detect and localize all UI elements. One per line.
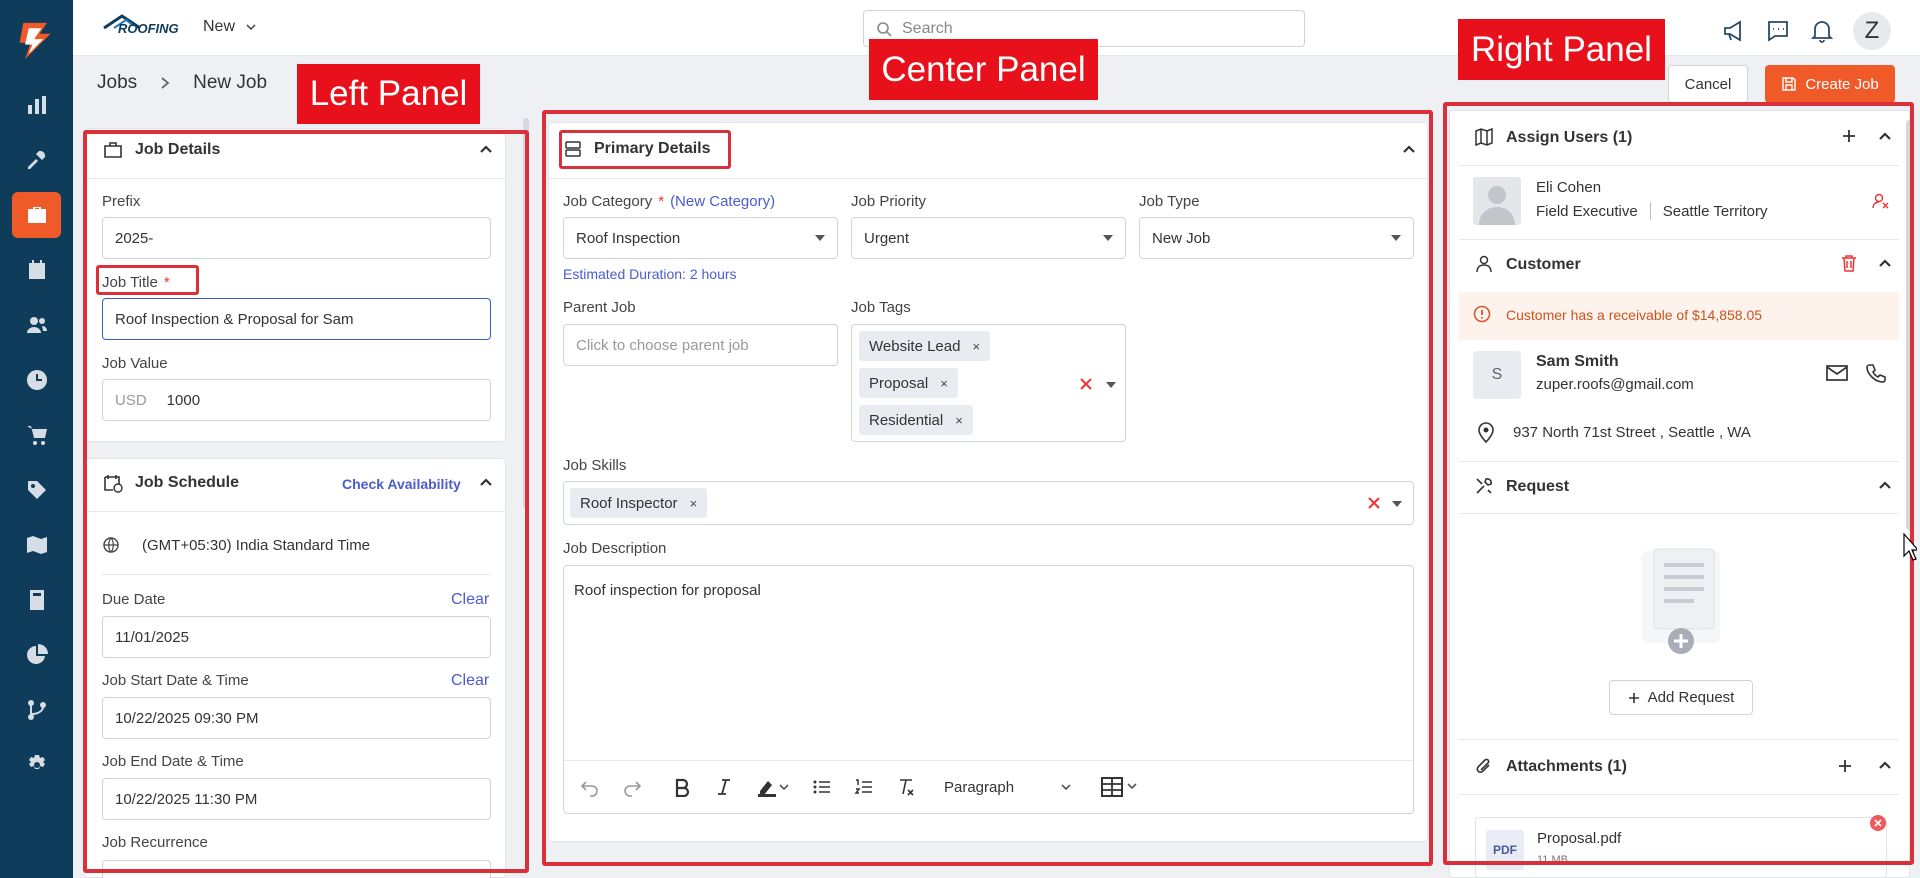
sidebar-item-jobs[interactable] — [12, 192, 61, 238]
page-title: New Job — [193, 72, 268, 93]
users-icon — [26, 317, 47, 333]
create-job-button[interactable]: Create Job — [1765, 65, 1895, 103]
search-icon — [877, 21, 892, 37]
sidebar-item-map[interactable] — [12, 522, 61, 568]
tag-icon — [27, 481, 46, 499]
sidebar-item-dashboard[interactable] — [12, 82, 61, 128]
pie-chart-icon — [26, 644, 48, 664]
annotation-left-panel: Left Panel — [297, 64, 480, 124]
sidebar-item-store[interactable] — [12, 412, 61, 458]
cancel-button[interactable]: Cancel — [1668, 65, 1748, 103]
sidebar-item-pricing[interactable] — [12, 467, 61, 513]
megaphone-icon[interactable] — [1721, 18, 1747, 44]
mouse-cursor-icon — [1903, 533, 1917, 561]
app-logo-icon[interactable] — [16, 20, 56, 62]
annotation-box-center-panel — [542, 110, 1433, 866]
breadcrumb: Jobs New Job — [97, 72, 267, 94]
chat-icon[interactable] — [1765, 18, 1791, 44]
new-menu-button[interactable]: New — [203, 18, 257, 36]
clock-icon — [26, 370, 47, 390]
create-job-label: Create Job — [1805, 75, 1879, 93]
sidebar-item-calendar[interactable] — [12, 247, 61, 293]
avatar[interactable]: Z — [1853, 12, 1891, 50]
annotation-box-left-panel — [83, 130, 529, 873]
new-menu-label: New — [203, 18, 236, 35]
sidebar-item-tools[interactable] — [12, 137, 61, 183]
briefcase-icon — [27, 207, 46, 223]
sidebar-item-estimates[interactable] — [12, 577, 61, 623]
annotation-box-right-panel — [1443, 102, 1914, 865]
calculator-icon — [29, 590, 44, 610]
save-icon — [1782, 77, 1797, 91]
brand-text: ROOFING — [118, 21, 179, 36]
top-icons: Z — [1721, 12, 1891, 50]
annotation-right-panel: Right Panel — [1458, 19, 1665, 80]
tools-icon — [27, 150, 45, 169]
sidebar-item-timesheets[interactable] — [12, 357, 61, 403]
cart-icon — [26, 426, 47, 445]
bell-icon[interactable] — [1809, 18, 1835, 44]
search-placeholder: Search — [902, 19, 953, 37]
chevron-right-icon — [161, 77, 170, 89]
sidebar-item-customers[interactable] — [12, 302, 61, 348]
annotation-center-panel: Center Panel — [869, 39, 1098, 100]
sidebar — [0, 0, 73, 878]
chevron-down-icon — [246, 24, 256, 31]
sidebar-item-reports[interactable] — [12, 632, 61, 678]
map-icon — [26, 536, 47, 554]
sidebar-item-workflows[interactable] — [12, 687, 61, 733]
bar-chart-icon — [27, 96, 46, 114]
calendar-icon — [28, 260, 45, 279]
breadcrumb-jobs[interactable]: Jobs — [97, 72, 137, 94]
workflow-icon — [27, 700, 46, 720]
gear-icon — [28, 755, 45, 769]
sidebar-item-settings[interactable] — [12, 742, 61, 788]
